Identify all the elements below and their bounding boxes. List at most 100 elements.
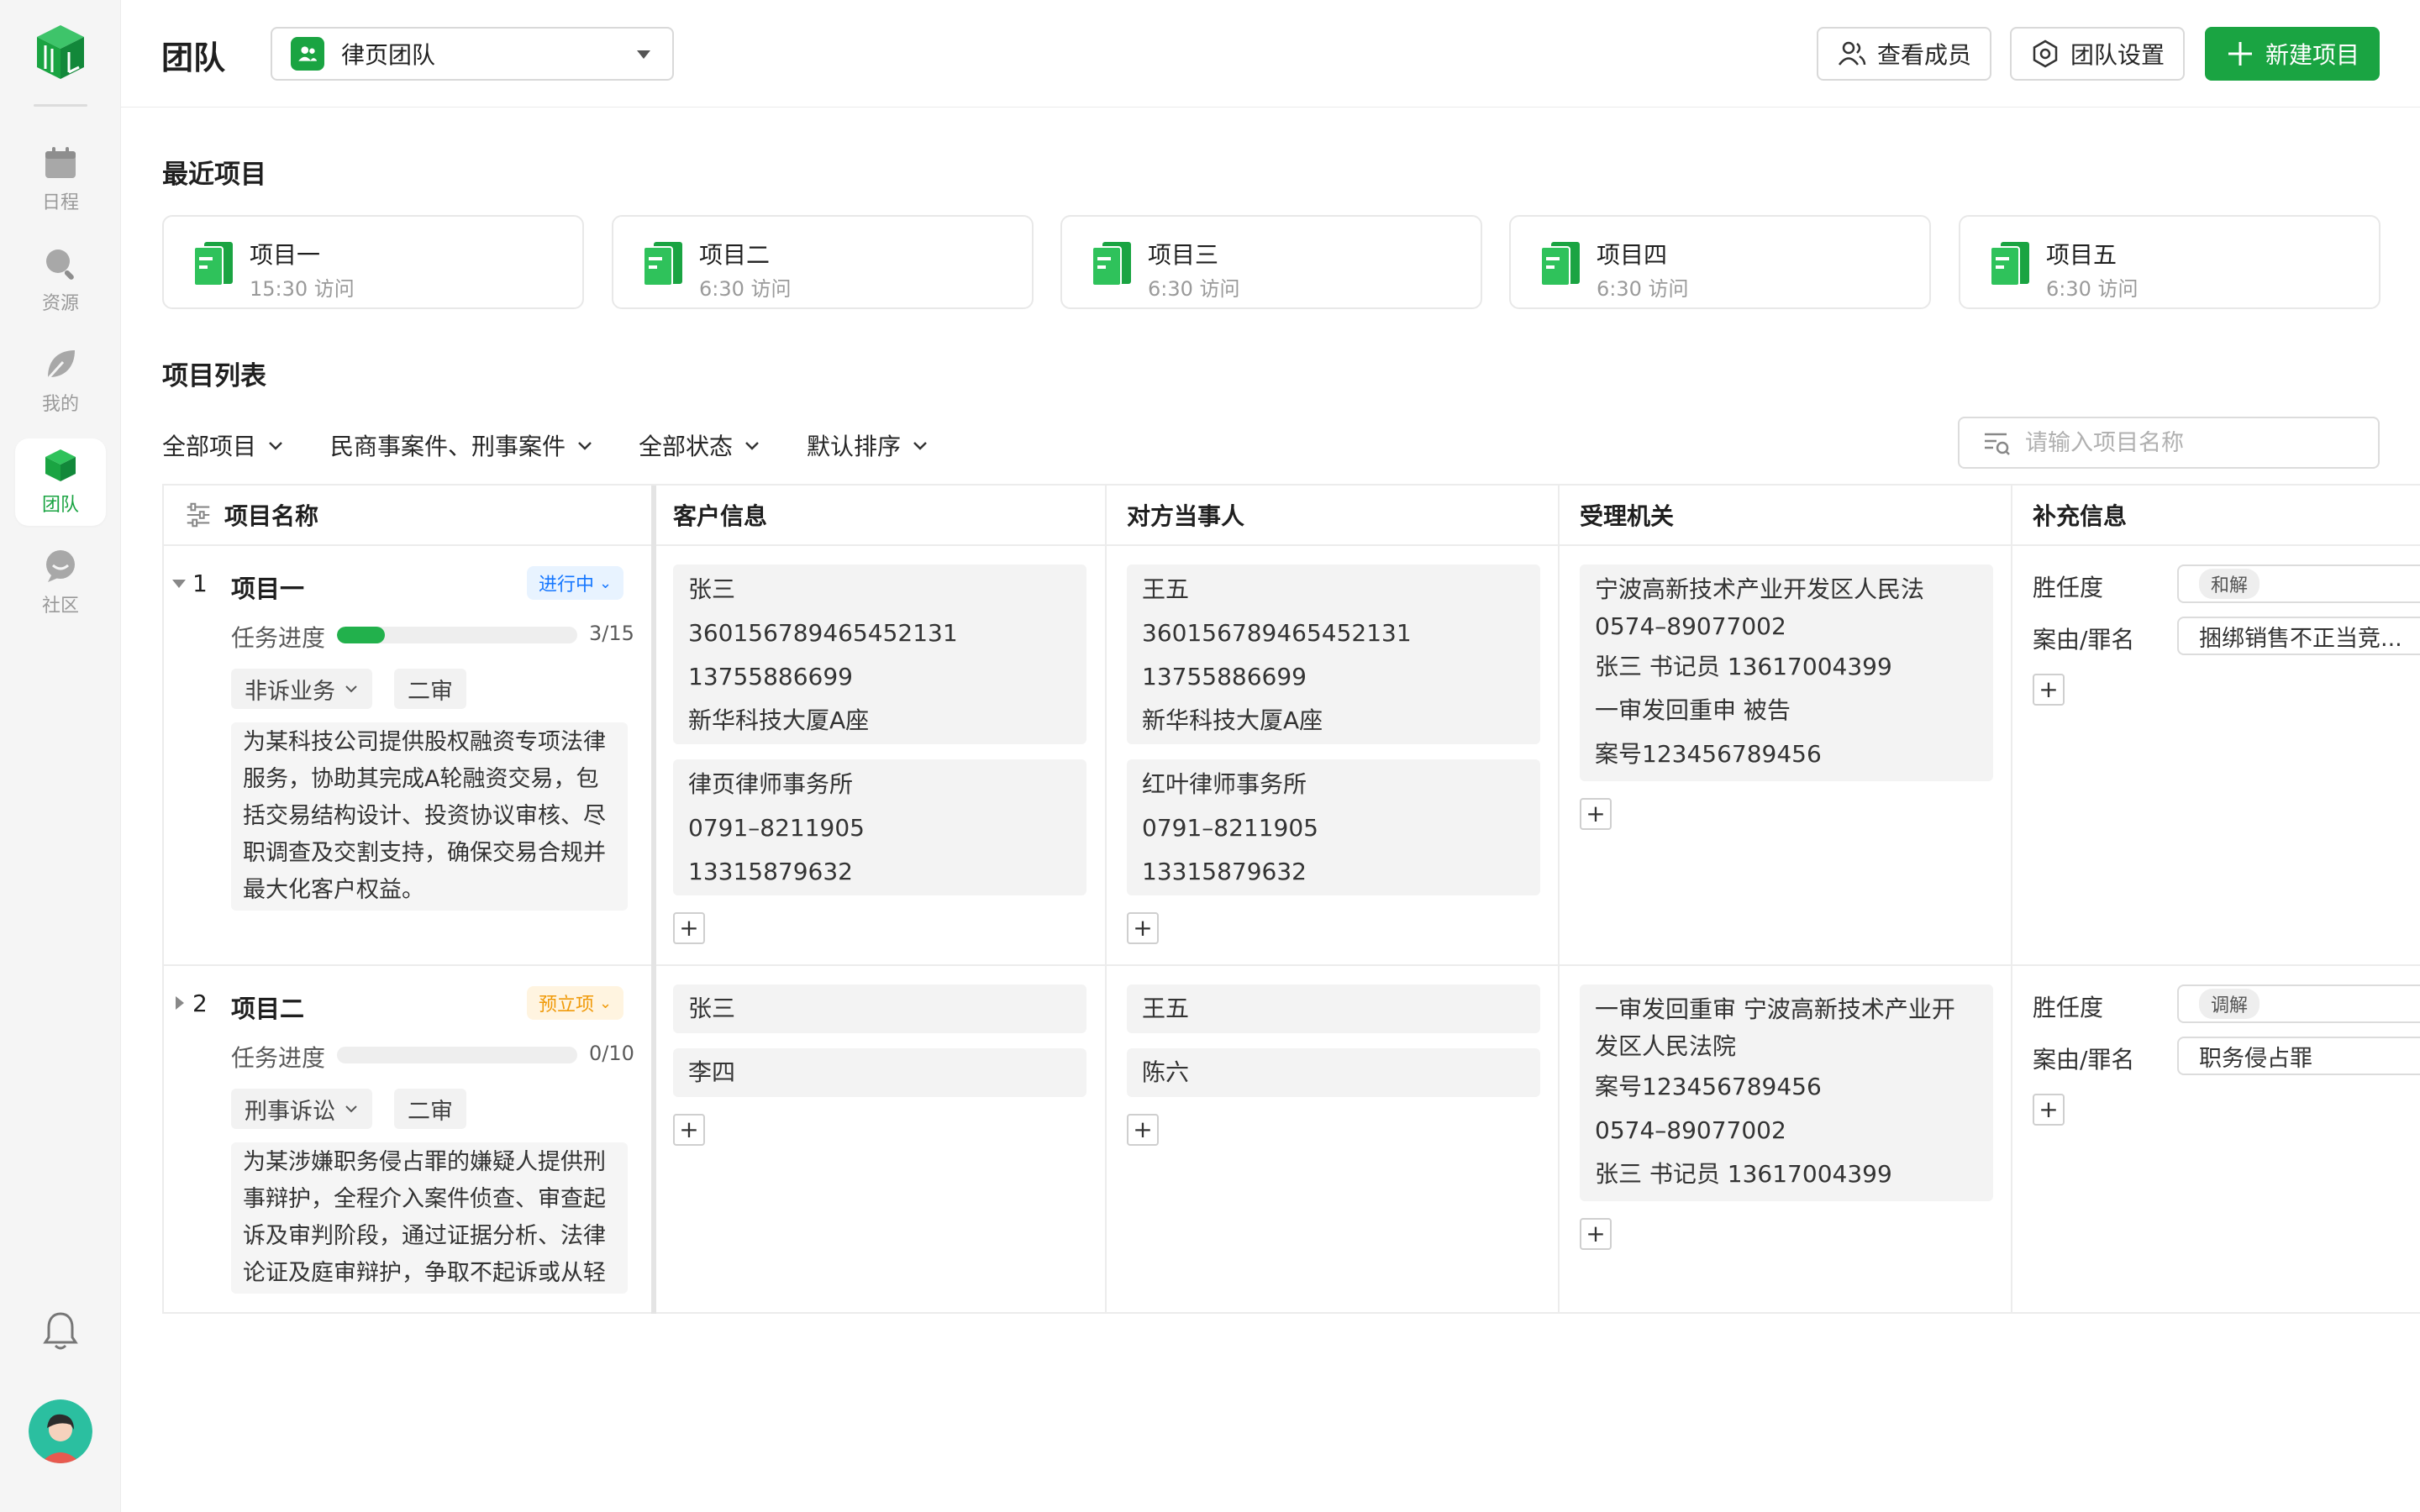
team-settings-label: 团队设置: [2070, 41, 2165, 69]
column-header-opponent[interactable]: 对方当事人: [1127, 486, 1244, 544]
column-divider[interactable]: [651, 486, 656, 1314]
project-search[interactable]: [1958, 417, 2380, 469]
authority-card[interactable]: 宁波高新技术产业开发区人民法 0574–89077002 张三 书记员 1361…: [1580, 564, 1993, 781]
expand-icon[interactable]: [176, 996, 184, 1010]
add-opponent-button[interactable]: +: [1127, 912, 1159, 944]
add-authority-button[interactable]: +: [1580, 798, 1612, 830]
progress-value: 3/15: [589, 622, 634, 645]
new-project-button[interactable]: 新建项目: [2205, 27, 2380, 81]
column-header-authority[interactable]: 受理机关: [1580, 486, 1674, 544]
client-card[interactable]: 张三: [673, 984, 1086, 1033]
column-divider: [2011, 486, 2012, 1314]
filter-status[interactable]: 全部状态: [639, 428, 761, 462]
status-label: 预立项: [539, 995, 595, 1016]
opponent-phone: 13315879632: [1142, 858, 1307, 885]
case-type-tag[interactable]: 非诉业务: [231, 669, 372, 709]
recent-project-name: 项目三: [1148, 241, 1219, 269]
status-badge[interactable]: 预立项 ⌄: [527, 986, 624, 1020]
cause-field[interactable]: 职务侵占罪: [2177, 1037, 2420, 1075]
recent-project-card[interactable]: 项目五 6:30 访问: [1959, 215, 2381, 309]
sidebar-item-resources[interactable]: 资源: [15, 237, 106, 324]
sidebar-item-community[interactable]: 社区: [15, 539, 106, 627]
competence-value: 调解: [2199, 989, 2260, 1019]
project-file-icon: [1092, 242, 1131, 286]
sidebar-item-mine[interactable]: 我的: [15, 338, 106, 425]
chevron-down-icon: [269, 442, 282, 450]
stage-tag: 二审: [394, 669, 466, 709]
chevron-down-icon: [913, 442, 927, 450]
opponent-address: 新华科技大厦A座: [1142, 706, 1323, 734]
cause-field[interactable]: 捆绑销售不正当竞...: [2177, 617, 2420, 655]
sidebar-item-team[interactable]: 团队: [15, 438, 106, 526]
bell-icon[interactable]: [42, 1310, 79, 1351]
client-card[interactable]: 张三 360156789465452131 13755886699 新华科技大厦…: [673, 564, 1086, 744]
opponent-card[interactable]: 王五 360156789465452131 13755886699 新华科技大厦…: [1127, 564, 1540, 744]
column-settings-icon[interactable]: [184, 501, 213, 529]
opponent-id: 360156789465452131: [1142, 619, 1412, 647]
sidebar-item-label: 社区: [41, 596, 79, 617]
client-card[interactable]: 李四: [673, 1048, 1086, 1097]
status-badge[interactable]: 进行中 ⌄: [527, 566, 624, 600]
chevron-down-icon: [578, 442, 592, 450]
chevron-down-icon: [345, 685, 357, 693]
progress-label: 任务进度: [231, 624, 326, 652]
sidebar-item-label: 日程: [41, 192, 79, 213]
progress-value: 0/10: [589, 1042, 634, 1065]
recent-section-title: 最近项目: [162, 160, 266, 190]
team-settings-button[interactable]: 团队设置: [2010, 27, 2185, 81]
sidebar-item-schedule[interactable]: 日程: [15, 136, 106, 223]
filter-sort[interactable]: 默认排序: [807, 428, 929, 462]
project-description: 为某涉嫌职务侵占罪的嫌疑人提供刑事辩护，全程介入案件侦查、审查起诉及审判阶段，通…: [231, 1142, 628, 1294]
add-supplement-button[interactable]: +: [2033, 674, 2065, 706]
avatar[interactable]: [29, 1399, 92, 1463]
client-tel: 0791–8211905: [688, 814, 865, 842]
opponent-name: 王五: [1142, 575, 1190, 603]
project-name[interactable]: 项目一: [231, 570, 304, 605]
search-input[interactable]: [2025, 429, 2361, 456]
client-card[interactable]: 律页律师事务所 0791–8211905 13315879632: [673, 759, 1086, 895]
opponent-card[interactable]: 陈六: [1127, 1048, 1540, 1097]
column-header-client[interactable]: 客户信息: [673, 486, 767, 544]
filter-label: 民商事案件、刑事案件: [330, 433, 566, 460]
team-select[interactable]: 律页团队: [271, 27, 674, 81]
add-client-button[interactable]: +: [673, 1114, 705, 1146]
chevron-down-icon: ⌄: [599, 994, 613, 1012]
view-members-button[interactable]: 查看成员: [1817, 27, 1991, 81]
add-authority-button[interactable]: +: [1580, 1218, 1612, 1250]
opponent-card[interactable]: 王五: [1127, 984, 1540, 1033]
recent-project-time: 6:30 访问: [1597, 277, 1689, 301]
recent-project-card[interactable]: 项目一 15:30 访问: [162, 215, 584, 309]
team-select-value: 律页团队: [341, 41, 436, 69]
add-supplement-button[interactable]: +: [2033, 1094, 2065, 1126]
opponent-card[interactable]: 红叶律师事务所 0791–8211905 13315879632: [1127, 759, 1540, 895]
column-header-name[interactable]: 项目名称: [184, 486, 318, 544]
progress-label: 任务进度: [231, 1044, 326, 1072]
plus-icon: [2228, 42, 2252, 66]
competence-select[interactable]: 调解: [2177, 984, 2420, 1023]
add-client-button[interactable]: +: [673, 912, 705, 944]
project-name[interactable]: 项目二: [231, 990, 304, 1025]
filter-case-type[interactable]: 民商事案件、刑事案件: [330, 428, 594, 462]
column-header-supplement[interactable]: 补充信息: [2033, 486, 2127, 544]
add-opponent-button[interactable]: +: [1127, 1114, 1159, 1146]
filter-all-projects[interactable]: 全部项目: [162, 428, 285, 462]
app-logo-icon[interactable]: [34, 24, 87, 81]
authority-case-number: 案号123456789456: [1595, 1073, 1822, 1100]
recent-project-card[interactable]: 项目四 6:30 访问: [1509, 215, 1931, 309]
sidebar-divider: [34, 104, 87, 107]
case-type-tag[interactable]: 刑事诉讼: [231, 1089, 372, 1129]
competence-label: 胜任度: [2033, 574, 2104, 601]
project-file-icon: [193, 242, 233, 286]
recent-project-card[interactable]: 项目二 6:30 访问: [612, 215, 1034, 309]
competence-select[interactable]: 和解: [2177, 564, 2420, 603]
recent-project-card[interactable]: 项目三 6:30 访问: [1060, 215, 1482, 309]
opponent-tel: 0791–8211905: [1142, 814, 1318, 842]
opponent-firm: 红叶律师事务所: [1142, 770, 1307, 798]
collapse-icon[interactable]: [172, 580, 186, 588]
authority-card[interactable]: 一审发回重审 宁波高新技术产业开发区人民法院 案号123456789456 05…: [1580, 984, 1993, 1201]
sidebar: 日程 资源 我的 团队 社区: [0, 0, 121, 1512]
competence-value: 和解: [2199, 569, 2260, 599]
calendar-icon: [45, 147, 76, 178]
row-number: 2: [192, 990, 208, 1017]
team-icon: [291, 37, 324, 71]
